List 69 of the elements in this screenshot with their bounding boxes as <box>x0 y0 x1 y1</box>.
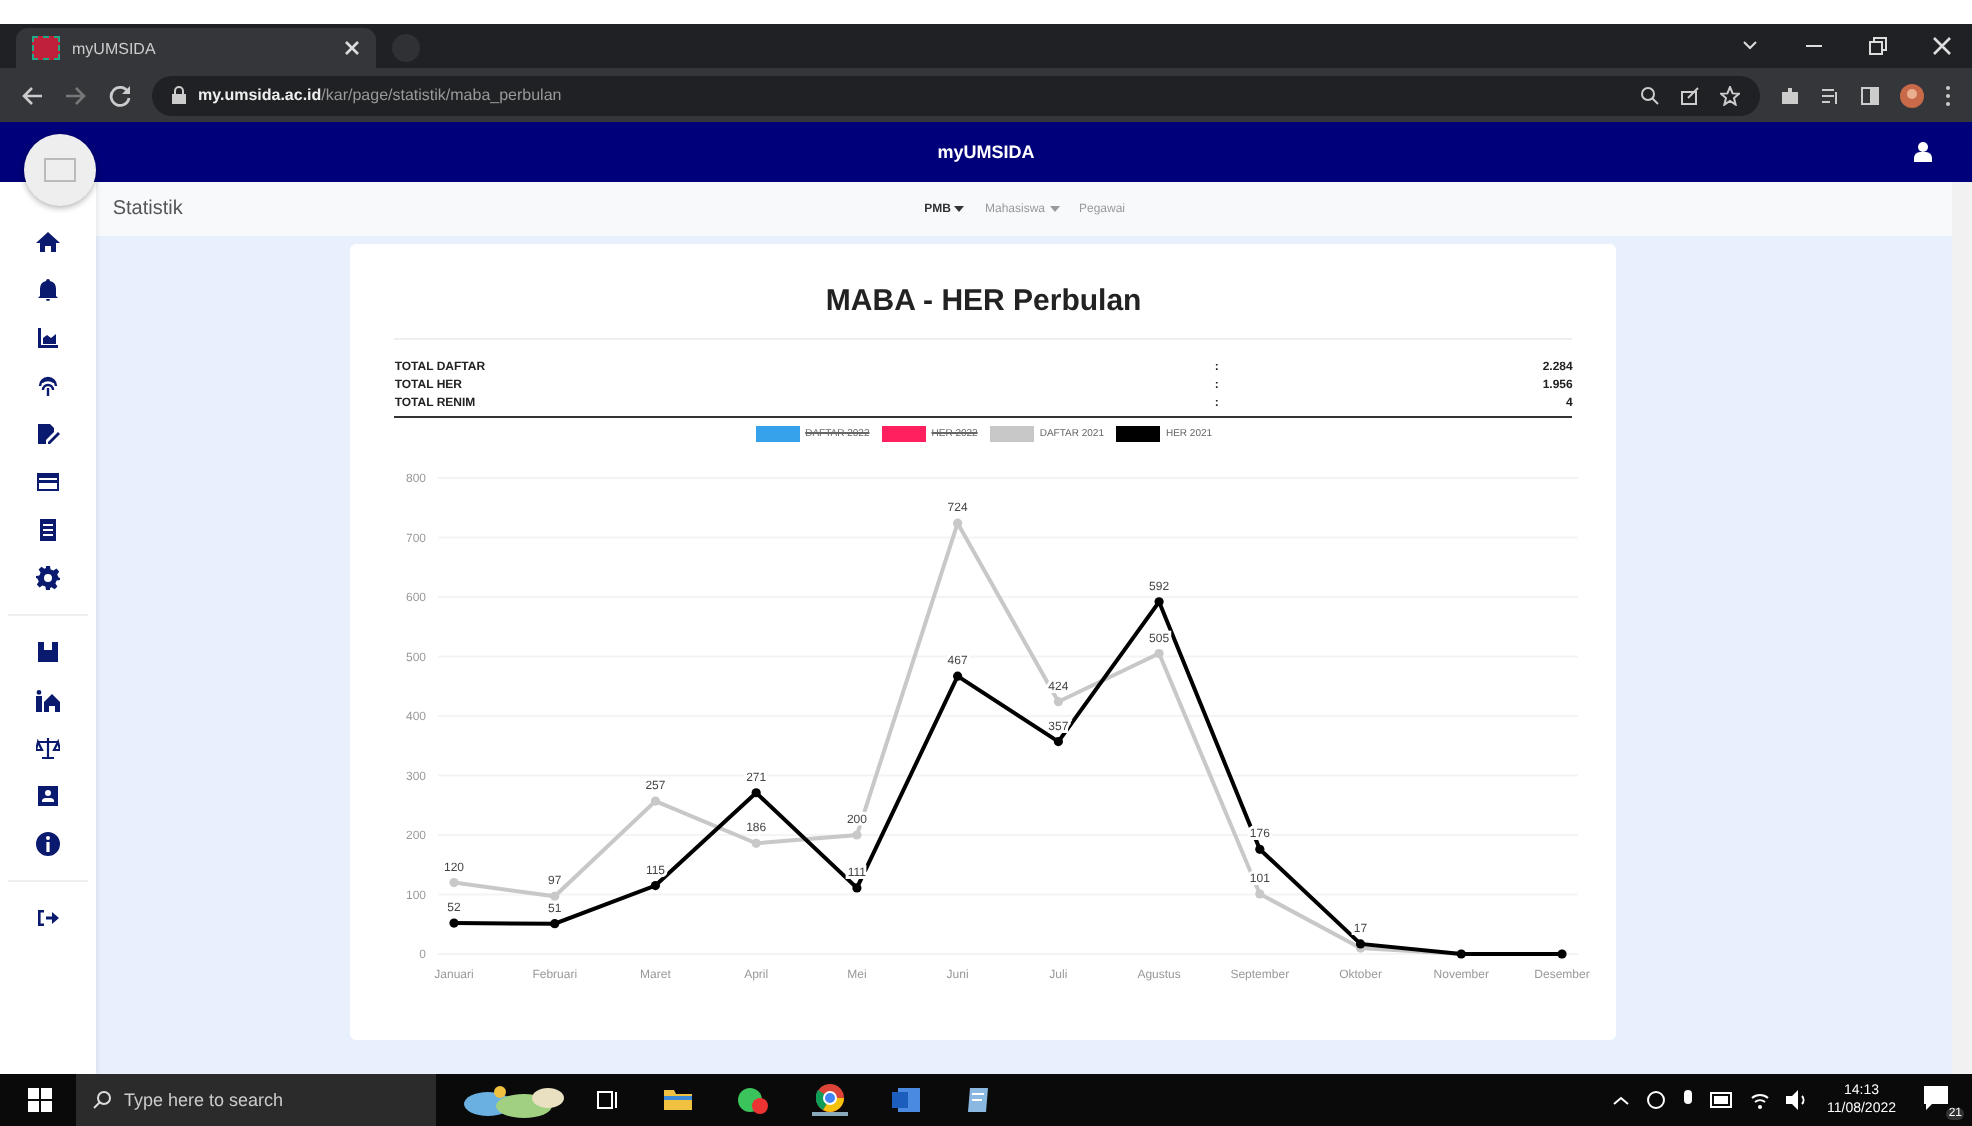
word-icon[interactable] <box>892 1086 920 1114</box>
data-point <box>752 788 762 798</box>
task-view-icon[interactable] <box>596 1088 620 1112</box>
browser-icon[interactable] <box>812 1084 848 1116</box>
document-icon[interactable] <box>36 518 61 542</box>
data-point <box>450 918 460 928</box>
more-icon[interactable] <box>1944 83 1952 107</box>
data-point <box>1255 889 1266 899</box>
data-point <box>1054 697 1064 707</box>
site-icon <box>32 36 60 60</box>
fingerprint-icon[interactable] <box>36 374 61 398</box>
search-field[interactable]: Type here to search <box>76 1074 436 1126</box>
data-point <box>752 838 762 848</box>
page-title: Statistik <box>112 198 183 220</box>
close-icon[interactable] <box>1932 36 1952 56</box>
data-point <box>953 671 963 681</box>
puzzle-icon[interactable] <box>1780 85 1800 105</box>
logout-icon[interactable] <box>36 906 61 930</box>
data-point <box>852 883 863 893</box>
settings-icon[interactable] <box>36 566 61 590</box>
bell-icon[interactable] <box>36 278 61 302</box>
data-point <box>550 919 560 929</box>
star-icon[interactable] <box>1720 85 1740 105</box>
chart-icon[interactable] <box>36 326 61 350</box>
close-icon[interactable] <box>344 40 360 56</box>
book-icon[interactable] <box>36 640 61 664</box>
wifi-icon[interactable] <box>1750 1090 1771 1110</box>
data-point <box>651 881 661 891</box>
data-point <box>1155 648 1165 659</box>
sidepanel-icon[interactable] <box>1860 85 1880 105</box>
restore-icon[interactable] <box>1868 36 1888 56</box>
microphone-icon[interactable] <box>1682 1090 1695 1110</box>
data-point <box>651 796 661 806</box>
data-point <box>1054 737 1064 747</box>
data-point <box>953 518 963 528</box>
data-point <box>1255 844 1266 854</box>
network-icon[interactable] <box>1646 1090 1667 1110</box>
chevron-up-icon[interactable] <box>1612 1091 1631 1109</box>
address-field[interactable]: my.umsida.ac.id/kar/page/statistik/maba_perbulan <box>152 75 1760 115</box>
card-title: MABA - HER Perbulan <box>394 284 1573 340</box>
data-point <box>550 891 560 901</box>
building-icon[interactable] <box>36 688 61 712</box>
notepad-icon[interactable] <box>964 1086 992 1114</box>
playlist-icon[interactable] <box>1820 85 1840 105</box>
app-title: myUMSIDA <box>937 142 1035 162</box>
avatar-icon[interactable] <box>1900 83 1924 107</box>
windows-icon[interactable] <box>28 1088 52 1112</box>
search-icon <box>92 1090 112 1110</box>
zoom-icon[interactable] <box>1640 85 1660 105</box>
info-icon[interactable] <box>36 832 61 856</box>
battery-icon[interactable] <box>1710 1092 1735 1108</box>
id-card-icon[interactable] <box>36 784 61 808</box>
forward-icon[interactable] <box>64 83 88 107</box>
data-point <box>852 830 863 840</box>
data-point <box>1155 597 1165 607</box>
scale-icon[interactable] <box>36 736 61 760</box>
lock-icon <box>172 86 186 104</box>
home-icon[interactable] <box>36 230 61 254</box>
folder-icon[interactable] <box>664 1088 692 1112</box>
edit-icon[interactable] <box>36 422 61 446</box>
notification-icon <box>1924 1086 1948 1110</box>
reload-icon[interactable] <box>108 83 132 107</box>
browser-tab[interactable]: myUMSIDA <box>16 28 376 68</box>
data-point <box>450 878 460 888</box>
card-icon[interactable] <box>36 470 61 494</box>
back-icon[interactable] <box>20 83 44 107</box>
share-icon[interactable] <box>1680 85 1700 105</box>
chat-icon[interactable] <box>736 1086 768 1114</box>
user-icon[interactable] <box>1914 142 1932 162</box>
